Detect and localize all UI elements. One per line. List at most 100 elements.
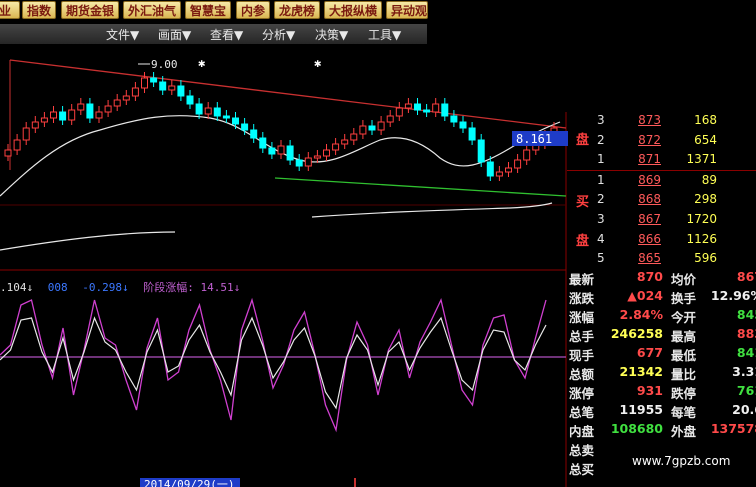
candle-body	[304, 157, 312, 167]
ask-price[interactable]: 873	[615, 113, 661, 127]
candle-body	[131, 87, 139, 97]
ask-level: 3	[597, 113, 605, 127]
candle-body	[104, 105, 112, 113]
stat-row: 现手 677 最低 841	[567, 344, 756, 363]
stat-value: 108680	[610, 421, 663, 436]
high-label: 9.00	[151, 58, 178, 71]
stat-value: 20.6	[732, 402, 756, 417]
bid-price[interactable]: 867	[615, 212, 661, 226]
candle-body	[441, 103, 449, 117]
candle-body	[204, 107, 212, 115]
stat-row: 涨幅 2.84% 今开 845	[567, 306, 756, 325]
bid-level: 4	[597, 232, 605, 246]
stat-value: 931	[636, 383, 663, 398]
candle-body	[505, 167, 512, 173]
stat-label: 跌停	[671, 386, 697, 401]
candle-body	[68, 109, 76, 121]
candle-body	[77, 103, 85, 111]
ask-price[interactable]: 871	[615, 152, 661, 166]
candle-body	[250, 129, 258, 139]
bid-row-1[interactable]: 1 869 89	[569, 170, 756, 191]
bid-price[interactable]: 866	[615, 232, 661, 246]
candle-body	[486, 161, 494, 177]
bid-row-2[interactable]: 2 868 298	[569, 189, 756, 210]
stat-value: 883	[736, 326, 756, 341]
candle-body	[523, 149, 531, 161]
ask-row-2[interactable]: 2 872 654	[569, 130, 756, 151]
stat-value: 12.96%	[710, 288, 756, 303]
stat-value: 2.84%	[619, 307, 663, 322]
stat-label: 总手	[569, 329, 595, 344]
bid-level: 1	[597, 173, 605, 187]
candle-body	[495, 171, 503, 177]
candle-body	[4, 149, 12, 157]
stat-label: 内盘	[569, 424, 595, 439]
ma-line-long-left	[0, 231, 176, 251]
bid-level: 5	[597, 251, 605, 265]
bid-volume: 1126	[686, 232, 717, 246]
price-tag: 8.161	[516, 132, 552, 146]
stat-row: 内盘 108680 外盘 137578	[567, 420, 756, 439]
ask-level: 1	[597, 152, 605, 166]
ask-row-1[interactable]: 1 871 1371	[569, 149, 756, 170]
stat-label: 总额	[569, 367, 595, 382]
candle-body	[122, 95, 130, 101]
candle-body	[186, 95, 194, 105]
stat-label: 总买	[569, 462, 595, 477]
candle-body	[514, 159, 522, 169]
indicator-value-2: 008	[48, 281, 68, 294]
ask-price[interactable]: 872	[615, 133, 661, 147]
candle-body	[468, 127, 476, 141]
event-marker: ✱	[198, 56, 205, 70]
stat-value: 11955	[619, 402, 664, 417]
bid-price[interactable]: 869	[615, 173, 661, 187]
candle-body	[213, 107, 221, 117]
bid-row-5[interactable]: 5 865 596	[569, 248, 756, 269]
stat-value: ▲024	[627, 288, 663, 303]
stat-value: 246258	[610, 326, 663, 341]
candle-body	[404, 103, 412, 109]
ask-volume: 168	[694, 113, 717, 127]
ask-volume: 654	[694, 133, 717, 147]
stat-label: 最新	[569, 272, 595, 287]
candle-body	[95, 111, 103, 119]
candle-body	[341, 139, 349, 145]
candle-body	[259, 137, 267, 149]
stat-label: 涨幅	[569, 310, 595, 325]
candle-body	[423, 109, 431, 113]
oscillator-line-purple	[0, 297, 547, 433]
ask-volume: 1371	[686, 152, 717, 166]
bid-row-4[interactable]: 4 866 1126	[569, 229, 756, 250]
stat-label: 最低	[671, 348, 697, 363]
stat-value: 137578	[710, 421, 756, 436]
candle-body	[386, 115, 394, 123]
stat-value: 3.31	[732, 364, 756, 379]
candle-body	[177, 85, 185, 97]
candle-body	[86, 103, 94, 119]
candle-body	[113, 99, 121, 107]
ask-row-3[interactable]: 3 873 168	[569, 110, 756, 131]
candle-body	[59, 111, 67, 121]
candle-body	[268, 147, 276, 155]
date-label: 2014/09/29(一)	[144, 478, 234, 487]
stat-label: 涨跌	[569, 291, 595, 306]
bid-row-3[interactable]: 3 867 1720	[569, 209, 756, 230]
stat-value: 845	[736, 307, 756, 322]
stat-value: 21342	[619, 364, 664, 379]
bid-price[interactable]: 865	[615, 251, 661, 265]
stat-row: 涨跌 ▲024 换手 12.96%	[567, 287, 756, 306]
stat-value: 761	[736, 383, 756, 398]
candle-body	[232, 117, 239, 125]
bid-price[interactable]: 868	[615, 192, 661, 206]
stat-label: 今开	[671, 310, 697, 325]
candle-body	[368, 125, 376, 131]
bid-level: 3	[597, 212, 605, 226]
indicator-stage-gain: 阶段涨幅: 14.51↓	[143, 280, 240, 294]
bid-volume: 298	[694, 192, 717, 206]
indicator-value-1: .104↓	[0, 281, 33, 294]
candle-body	[168, 85, 176, 91]
candle-body	[359, 125, 367, 135]
candle-body	[241, 123, 249, 131]
stat-row: 总手 246258 最高 883	[567, 325, 756, 344]
ma-line-short	[0, 115, 561, 197]
